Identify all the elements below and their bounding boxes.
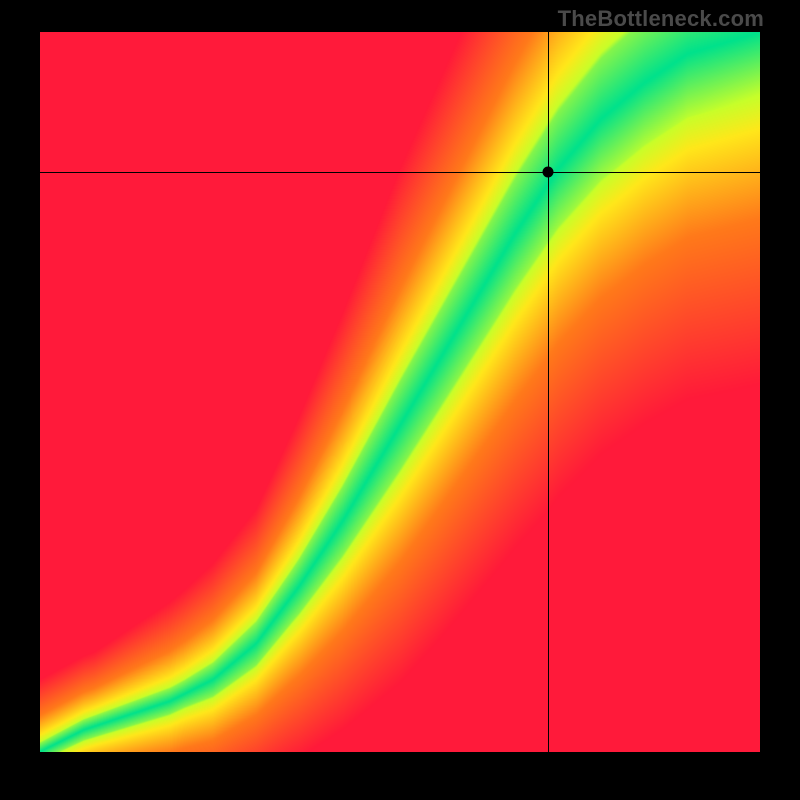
chart-container: TheBottleneck.com (0, 0, 800, 800)
data-point-marker (542, 167, 553, 178)
heatmap-canvas (40, 32, 760, 752)
watermark-text: TheBottleneck.com (558, 6, 764, 32)
crosshair-horizontal (40, 172, 760, 173)
heatmap-plot (40, 32, 760, 752)
crosshair-vertical (548, 32, 549, 752)
